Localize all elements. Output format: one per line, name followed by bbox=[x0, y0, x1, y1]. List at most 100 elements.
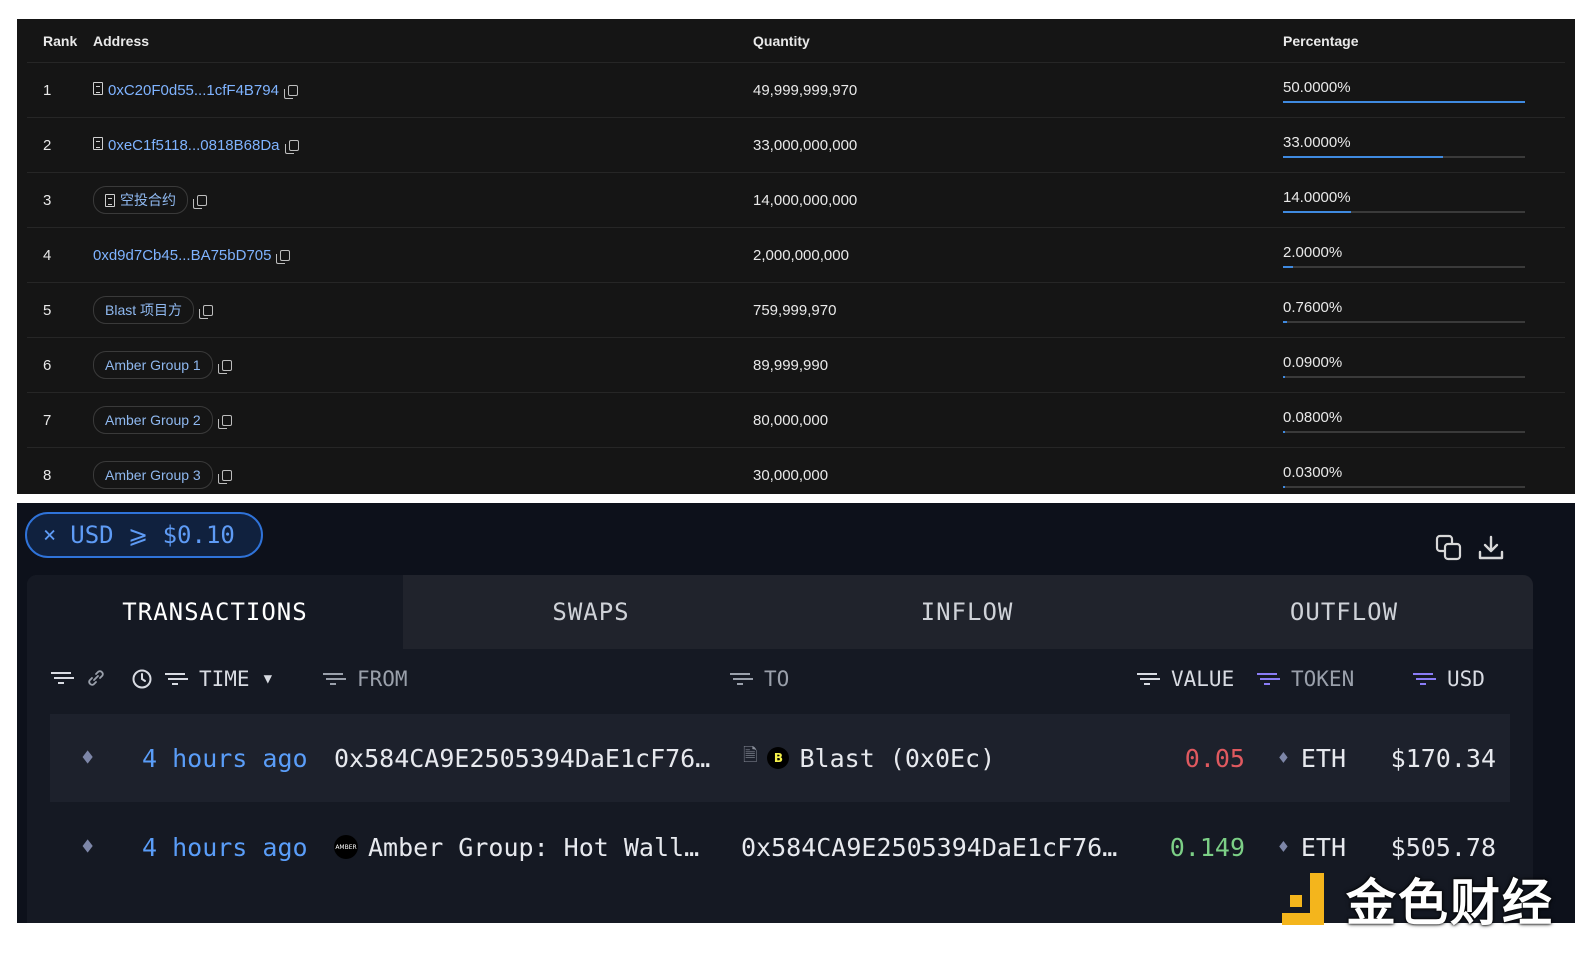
percentage-bar-fill bbox=[1283, 266, 1293, 268]
copy-icon[interactable] bbox=[217, 469, 232, 484]
percentage-bar bbox=[1283, 431, 1525, 433]
holder-row: 2 0xeC1f5118...0818B68Da 33,000,000,000 33.… bbox=[27, 118, 1565, 173]
holder-quantity: 49,999,999,970 bbox=[753, 81, 858, 99]
holder-rank: 8 bbox=[43, 466, 52, 484]
holder-address[interactable]: 0xC20F0d55...1cfF4B794 bbox=[93, 63, 298, 117]
copy-icon[interactable] bbox=[217, 414, 232, 429]
holder-rank: 6 bbox=[43, 356, 52, 374]
percentage-bar-fill bbox=[1283, 211, 1351, 213]
filter-icon[interactable] bbox=[323, 673, 343, 685]
transaction-row[interactable]: ♦ 4 hours ago 0x584CA9E2505394DaE1cF76… … bbox=[50, 714, 1510, 802]
filter-icon[interactable] bbox=[730, 673, 750, 685]
address-label: 0xd9d7Cb45...BA75bD705 bbox=[93, 246, 272, 264]
copy-icon[interactable] bbox=[276, 249, 291, 264]
tabs-bar: TRANSACTIONS SWAPS INFLOW OUTFLOW bbox=[27, 575, 1533, 649]
eth-icon: ♦ bbox=[1278, 747, 1289, 769]
percentage-text: 0.0800% bbox=[1283, 409, 1343, 426]
time-column-header[interactable]: TIME ▼ bbox=[131, 667, 272, 691]
percentage-text: 2.0000% bbox=[1283, 244, 1343, 261]
time-header-label: TIME bbox=[199, 667, 250, 691]
tx-time[interactable]: 4 hours ago bbox=[142, 803, 308, 891]
holder-rank: 2 bbox=[43, 136, 52, 154]
tab-swaps[interactable]: SWAPS bbox=[403, 575, 779, 649]
holders-table: Rank Address Quantity Percentage 1 0xC20F… bbox=[17, 19, 1575, 494]
link-filter-header[interactable] bbox=[51, 667, 107, 689]
value-column-header[interactable]: VALUE bbox=[1137, 667, 1234, 691]
holder-row: 4 0xd9d7Cb45...BA75bD705 2,000,000,000 2.00… bbox=[27, 228, 1565, 283]
address-link[interactable]: 0xeC1f5118...0818B68Da bbox=[93, 136, 280, 154]
percentage-text: 33.0000% bbox=[1283, 134, 1351, 151]
download-icon[interactable] bbox=[1477, 534, 1505, 566]
address-tag[interactable]: Amber Group 1 bbox=[93, 351, 213, 379]
percentage-bar bbox=[1283, 486, 1525, 488]
usd-column-header[interactable]: USD bbox=[1413, 667, 1485, 691]
holder-address[interactable]: Amber Group 1 bbox=[93, 338, 232, 392]
tx-to[interactable]: 0x584CA9E2505394DaE1cF76… bbox=[741, 803, 1117, 891]
holder-quantity: 14,000,000,000 bbox=[753, 191, 858, 209]
holder-percentage: 0.7600% bbox=[1283, 283, 1527, 337]
holder-percentage: 0.0300% bbox=[1283, 448, 1527, 502]
tx-value: 0.05 bbox=[1184, 743, 1245, 773]
percentage-text: 0.7600% bbox=[1283, 299, 1343, 316]
filter-icon[interactable] bbox=[1257, 673, 1277, 685]
address-link[interactable]: 0xd9d7Cb45...BA75bD705 bbox=[93, 247, 271, 264]
percentage-text: 14.0000% bbox=[1283, 189, 1351, 206]
eth-icon: ♦ bbox=[1278, 836, 1289, 858]
tx-token[interactable]: ♦ ETH bbox=[1278, 714, 1346, 802]
percentage-bar-fill bbox=[1283, 321, 1287, 323]
holder-address[interactable]: Blast 项目方 bbox=[93, 283, 214, 337]
filter-icon[interactable] bbox=[1137, 673, 1157, 685]
address-link[interactable]: 0xC20F0d55...1cfF4B794 bbox=[93, 81, 279, 99]
blast-logo-icon: B bbox=[767, 747, 790, 769]
holder-percentage: 2.0000% bbox=[1283, 228, 1527, 282]
tab-outflow[interactable]: OUTFLOW bbox=[1155, 575, 1533, 649]
holder-address[interactable]: 0xeC1f5118...0818B68Da bbox=[93, 118, 299, 172]
filter-icon[interactable] bbox=[51, 672, 71, 684]
percentage-bar bbox=[1283, 101, 1525, 103]
from-column-header[interactable]: FROM bbox=[323, 667, 408, 691]
holder-address[interactable]: Amber Group 3 bbox=[93, 448, 232, 502]
close-icon[interactable]: × bbox=[43, 523, 56, 548]
filter-icon[interactable] bbox=[1413, 673, 1433, 685]
holder-rank: 3 bbox=[43, 191, 52, 209]
holder-percentage: 50.0000% bbox=[1283, 63, 1527, 117]
watermark: 金色财经 bbox=[1280, 868, 1554, 932]
copy-icon[interactable] bbox=[1435, 534, 1463, 566]
token-column-header[interactable]: TOKEN bbox=[1257, 667, 1354, 691]
tx-from[interactable]: 0x584CA9E2505394DaE1cF76… bbox=[334, 714, 710, 802]
watermark-logo-icon bbox=[1280, 871, 1332, 927]
holder-percentage: 0.0800% bbox=[1283, 393, 1527, 447]
holder-address[interactable]: Amber Group 2 bbox=[93, 393, 232, 447]
copy-icon[interactable] bbox=[217, 359, 232, 374]
transactions-panel: × USD ⩾ $0.10 TRANSACTIONS SWAPS INFLOW … bbox=[17, 503, 1575, 923]
usd-filter-chip[interactable]: × USD ⩾ $0.10 bbox=[25, 512, 263, 558]
tab-inflow[interactable]: INFLOW bbox=[779, 575, 1155, 649]
copy-icon[interactable] bbox=[199, 304, 214, 319]
percentage-bar bbox=[1283, 211, 1525, 213]
filter-icon[interactable] bbox=[165, 673, 185, 685]
token-header-label: TOKEN bbox=[1291, 667, 1355, 691]
address-tag[interactable]: Amber Group 3 bbox=[93, 461, 213, 489]
tx-to[interactable]: 🗎 B Blast (0x0Ec) bbox=[743, 714, 995, 802]
address-tag[interactable]: Blast 项目方 bbox=[93, 296, 195, 324]
copy-icon[interactable] bbox=[193, 194, 207, 209]
tab-transactions[interactable]: TRANSACTIONS bbox=[27, 575, 403, 649]
eth-chain-icon: ♦ bbox=[81, 745, 95, 771]
holders-table-header: Rank Address Quantity Percentage bbox=[27, 19, 1565, 63]
percentage-bar-fill bbox=[1283, 376, 1286, 378]
percentage-text: 0.0300% bbox=[1283, 464, 1343, 481]
copy-icon[interactable] bbox=[283, 84, 298, 99]
copy-icon[interactable] bbox=[284, 139, 299, 154]
address-tag[interactable]: Amber Group 2 bbox=[93, 406, 213, 434]
sort-down-icon[interactable]: ▼ bbox=[264, 671, 272, 687]
address-tag[interactable]: 空投合约 bbox=[93, 186, 188, 214]
holder-address[interactable]: 0xd9d7Cb45...BA75bD705 bbox=[93, 228, 291, 282]
holder-address[interactable]: 空投合约 bbox=[93, 173, 207, 227]
contract-icon bbox=[105, 193, 115, 207]
tx-from[interactable]: AMBER Amber Group: Hot Wall… bbox=[334, 803, 699, 891]
tx-token-label: ETH bbox=[1300, 832, 1346, 862]
to-column-header[interactable]: TO bbox=[730, 667, 789, 691]
to-header-label: TO bbox=[764, 667, 790, 691]
tx-time[interactable]: 4 hours ago bbox=[142, 714, 308, 802]
address-header: Address bbox=[93, 33, 150, 49]
